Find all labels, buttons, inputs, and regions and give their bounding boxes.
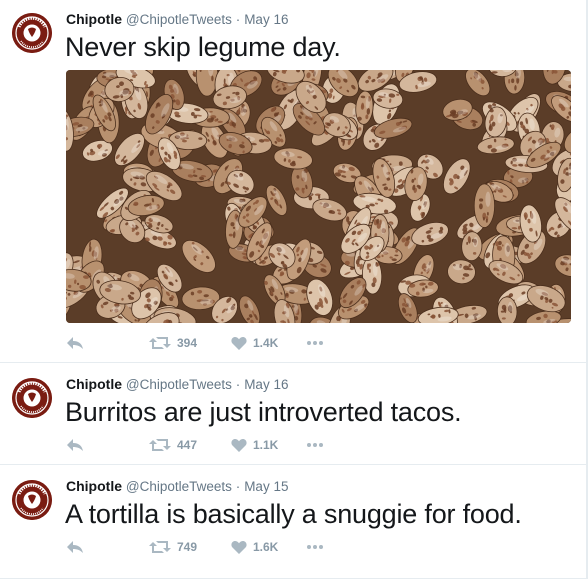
tweet-date[interactable]: May 16 — [244, 12, 288, 27]
tweet-3[interactable]: Chipotle @ChipotleTweets · May 15 A tort… — [0, 465, 586, 579]
reply-arrow-icon — [67, 337, 83, 349]
account-handle[interactable]: @ChipotleTweets — [126, 377, 232, 392]
chipotle-logo-icon — [12, 378, 52, 418]
more-dots-icon — [307, 443, 323, 447]
more-button[interactable] — [306, 537, 324, 557]
more-dots-icon — [307, 341, 323, 345]
tweet-actions: 749 1.6K — [66, 537, 366, 557]
like-button[interactable]: 1.4K — [231, 333, 278, 353]
pinto-beans-photo[interactable] — [66, 70, 571, 323]
tweet-2[interactable]: Chipotle @ChipotleTweets · May 16 Burrit… — [0, 363, 586, 465]
reply-button[interactable] — [66, 333, 84, 353]
retweet-button[interactable]: 749 — [149, 537, 197, 557]
avatar[interactable] — [12, 13, 52, 53]
timeline: Chipotle @ChipotleTweets · May 16 Never … — [0, 0, 586, 579]
tweet-text: A tortilla is basically a snuggie for fo… — [65, 499, 522, 529]
retweet-count: 749 — [177, 540, 198, 554]
more-button[interactable] — [306, 333, 324, 353]
account-handle[interactable]: @ChipotleTweets — [126, 12, 232, 27]
separator: · — [235, 479, 241, 494]
retweet-icon — [149, 541, 171, 553]
like-count: 1.4K — [253, 336, 279, 350]
avatar[interactable] — [12, 378, 52, 418]
account-name[interactable]: Chipotle — [66, 11, 122, 27]
tweet-date[interactable]: May 16 — [244, 377, 288, 392]
retweet-icon — [149, 337, 171, 349]
like-button[interactable]: 1.6K — [231, 537, 278, 557]
like-button[interactable]: 1.1K — [231, 435, 278, 455]
reply-arrow-icon — [67, 439, 83, 451]
retweet-count: 447 — [177, 438, 198, 452]
heart-icon — [231, 540, 247, 554]
chipotle-logo-icon — [12, 13, 52, 53]
retweet-button[interactable]: 394 — [149, 333, 197, 353]
more-dots-icon — [307, 545, 323, 549]
more-button[interactable] — [306, 435, 324, 455]
heart-icon — [231, 438, 247, 452]
heart-icon — [231, 336, 247, 350]
account-handle[interactable]: @ChipotleTweets — [126, 479, 232, 494]
like-count: 1.1K — [253, 438, 279, 452]
separator: · — [235, 377, 241, 392]
reply-button[interactable] — [66, 435, 84, 455]
account-name[interactable]: Chipotle — [66, 376, 122, 392]
tweet-text: Burritos are just introverted tacos. — [65, 397, 462, 427]
tweet-header: Chipotle @ChipotleTweets · May 15 — [66, 477, 288, 496]
tweet-date[interactable]: May 15 — [244, 479, 288, 494]
tweet-actions: 394 1.4K — [66, 333, 366, 353]
reply-button[interactable] — [66, 537, 84, 557]
tweet-actions: 447 1.1K — [66, 435, 366, 455]
retweet-icon — [149, 439, 171, 451]
tweet-header: Chipotle @ChipotleTweets · May 16 — [66, 10, 288, 29]
tweet-text: Never skip legume day. — [65, 32, 341, 62]
beans-image — [66, 70, 571, 323]
chipotle-logo-icon — [12, 480, 52, 520]
reply-arrow-icon — [67, 541, 83, 553]
retweet-button[interactable]: 447 — [149, 435, 197, 455]
tweet-1[interactable]: Chipotle @ChipotleTweets · May 16 Never … — [0, 0, 586, 363]
separator: · — [235, 12, 241, 27]
retweet-count: 394 — [177, 336, 198, 350]
account-name[interactable]: Chipotle — [66, 478, 122, 494]
tweet-header: Chipotle @ChipotleTweets · May 16 — [66, 375, 288, 394]
avatar[interactable] — [12, 480, 52, 520]
like-count: 1.6K — [253, 540, 279, 554]
